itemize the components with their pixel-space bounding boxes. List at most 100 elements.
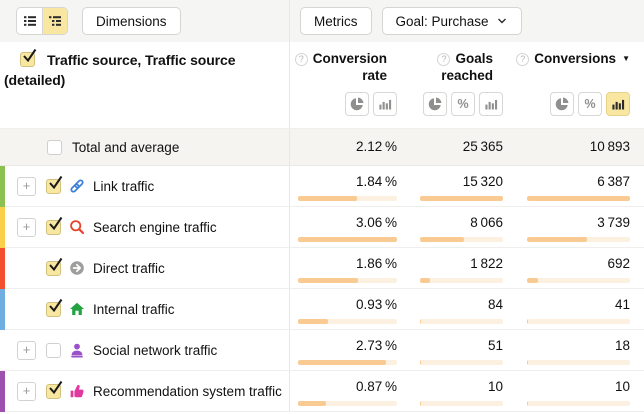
conversion-rate-value: 1.84 % [356,174,397,190]
conversions-bar [527,360,630,365]
column-display-toggles: % [550,92,630,116]
table-row: + Link traffic 1.84 % 15 320 6 387 [0,166,644,207]
conversion-rate-cell: 1.86 % [290,248,397,288]
column-display-toggles [345,92,397,116]
conversion-rate-bar [298,278,397,283]
row-checkbox[interactable] [46,302,61,317]
expand-button[interactable]: + [17,177,36,196]
row-label[interactable]: Recommendation system traffic [93,384,282,399]
table-row: + Social network traffic 2.73 % 51 18 [0,330,644,371]
conversion-rate-bar [298,237,397,242]
dimension-header-cell: Traffic source, Traffic source (detailed… [0,42,290,128]
row-color-strip [0,207,5,248]
row-left-cell: + Link traffic [0,166,290,206]
conversion-rate-bar [298,319,397,324]
column-title[interactable]: ?Goalsreached [437,50,503,92]
goals-reached-cell: 1 822 [397,248,503,288]
expand-button[interactable]: + [17,341,36,360]
total-conversions: 10 893 [590,139,630,155]
view-mode-switcher [16,7,68,35]
goals-reached-bar [420,401,503,406]
row-color-strip [0,166,5,207]
conversions-cell: 3 739 [503,207,644,247]
column-header-conversions: ?Conversions▼ % [503,42,644,128]
row-left-cell: + Direct traffic [0,248,290,288]
goals-reached-cell: 8 066 [397,207,503,247]
chevron-down-icon [496,15,508,27]
goals-reached-cell: 10 [397,371,503,411]
conversion-rate-cell: 1.84 % [290,166,397,206]
row-label[interactable]: Internal traffic [93,302,175,317]
row-label[interactable]: Link traffic [93,179,154,194]
column-display-toggles: % [423,92,503,116]
conversion-rate-value: 1.86 % [356,256,397,272]
pie-view-toggle[interactable] [423,92,447,116]
conversion-rate-value: 3.06 % [356,215,397,231]
row-label[interactable]: Direct traffic [93,261,165,276]
bars-view-toggle[interactable] [479,92,503,116]
goals-reached-bar [420,319,503,324]
metrics-button[interactable]: Metrics [300,7,372,35]
conversions-bar [527,319,630,324]
conversions-cell: 692 [503,248,644,288]
row-label[interactable]: Social network traffic [93,343,217,358]
expand-button[interactable]: + [17,218,36,237]
goal-selector-label: Goal: Purchase [396,14,489,29]
column-title[interactable]: ?Conversions▼ [516,50,630,92]
row-label[interactable]: Search engine traffic [93,220,217,235]
table-row: + Direct traffic 1.86 % 1 822 692 [0,248,644,289]
conversions-cell: 10 [503,371,644,411]
conversions-bar [527,278,630,283]
row-checkbox[interactable] [46,261,61,276]
goals-reached-bar [420,360,503,365]
conversions-bar [527,237,630,242]
dimension-title[interactable]: Traffic source, Traffic source (detailed… [4,52,235,88]
dimensions-button[interactable]: Dimensions [82,7,181,35]
help-icon: ? [295,53,308,66]
table-body: + Link traffic 1.84 % 15 320 6 387 + Sea… [0,166,644,412]
row-color-strip [0,248,5,289]
flat-list-view-button[interactable] [17,8,42,34]
goals-reached-cell: 51 [397,330,503,370]
row-checkbox[interactable] [46,220,61,235]
table-header: Traffic source, Traffic source (detailed… [0,42,644,128]
expand-button[interactable]: + [17,382,36,401]
tree-view-button[interactable] [42,8,67,34]
conversion-rate-cell: 0.93 % [290,289,397,329]
goal-selector[interactable]: Goal: Purchase [382,7,522,35]
list-icon [22,13,38,29]
row-checkbox[interactable] [46,343,61,358]
bars-view-toggle[interactable] [606,92,630,116]
pie-view-toggle[interactable] [345,92,369,116]
goals-reached-bar [420,196,503,201]
column-title[interactable]: ?Conversionrate [295,50,397,92]
goals-reached-value: 15 320 [463,174,503,190]
total-goals-reached: 25 365 [463,139,503,155]
row-left-cell: + Search engine traffic [0,207,290,247]
goals-reached-bar [420,237,503,242]
conversion-rate-bar [298,401,397,406]
conversions-value: 692 [607,256,630,272]
conversion-rate-cell: 2.73 % [290,330,397,370]
bars-view-toggle[interactable] [373,92,397,116]
conversion-rate-bar [298,196,397,201]
conversions-value: 18 [615,338,630,354]
toolbar-left: Dimensions [0,0,290,42]
dimension-checkbox[interactable] [20,52,35,67]
row-checkbox[interactable] [46,384,61,399]
goals-reached-cell: 84 [397,289,503,329]
row-checkbox[interactable] [46,179,61,194]
search-traffic-icon [69,219,85,235]
row-left-cell: + Recommendation system traffic [0,371,290,411]
conversions-cell: 41 [503,289,644,329]
recommendation-traffic-icon [69,383,85,399]
pie-view-toggle[interactable] [550,92,574,116]
percent-view-toggle[interactable]: % [451,92,475,116]
conversions-cell: 6 387 [503,166,644,206]
table-row: + Internal traffic 0.93 % 84 41 [0,289,644,330]
percent-view-toggle[interactable]: % [578,92,602,116]
analytics-report: Dimensions Metrics Goal: Purchase Traffi… [0,0,644,414]
link-traffic-icon [69,178,85,194]
social-traffic-icon [69,342,85,358]
total-checkbox[interactable] [47,140,62,155]
